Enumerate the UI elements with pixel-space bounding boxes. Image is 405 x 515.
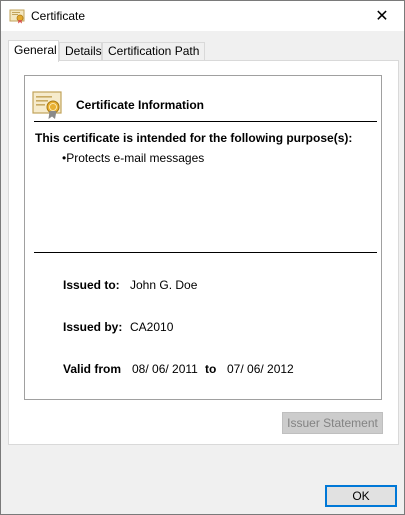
- valid-from-label: Valid from: [63, 362, 122, 376]
- valid-to-value: 07/ 06/ 2012: [227, 362, 294, 376]
- ok-button[interactable]: OK: [325, 485, 397, 507]
- divider: [34, 121, 377, 122]
- window-title: Certificate: [31, 9, 86, 23]
- issued-by-value: CA2010: [130, 320, 174, 334]
- tab-details[interactable]: Details: [59, 42, 102, 61]
- issued-to-label: Issued to:: [63, 278, 120, 292]
- close-icon: ✕: [375, 8, 389, 25]
- certificate-icon: [31, 88, 63, 120]
- purpose-item: •Protects e-mail messages: [62, 151, 205, 165]
- valid-from-value: 08/ 06/ 2011: [132, 362, 198, 376]
- tab-certification-path[interactable]: Certification Path: [102, 42, 205, 61]
- close-button[interactable]: ✕: [360, 1, 404, 31]
- issuer-statement-button[interactable]: Issuer Statement: [282, 412, 383, 434]
- valid-to-label: to: [205, 362, 217, 376]
- issued-by-label: Issued by:: [63, 320, 123, 334]
- certificate-icon: [9, 8, 25, 24]
- divider: [34, 252, 377, 253]
- purpose-heading: This certificate is intended for the fol…: [35, 131, 353, 145]
- general-tab-panel: Certificate Information This certificate…: [8, 60, 399, 445]
- issued-to-value: John G. Doe: [130, 278, 198, 292]
- certificate-dialog: Certificate ✕ General Details Certificat…: [0, 0, 405, 515]
- tab-general[interactable]: General: [8, 40, 59, 62]
- certificate-info-box: Certificate Information This certificate…: [24, 75, 382, 400]
- certificate-info-heading: Certificate Information: [76, 98, 205, 112]
- title-bar: Certificate ✕: [1, 1, 404, 31]
